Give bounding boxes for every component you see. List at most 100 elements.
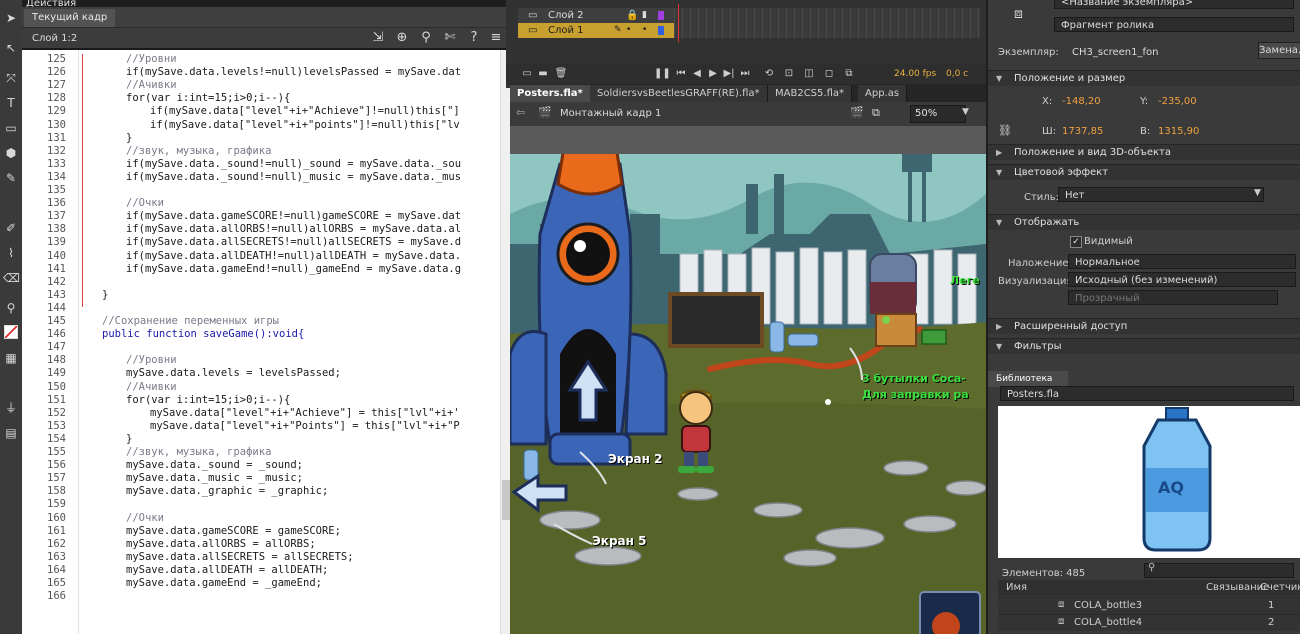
code-line: //Уровни (126, 354, 177, 367)
new-folder-icon[interactable]: ▬ (536, 66, 550, 82)
play-icon[interactable]: ▶ (706, 66, 720, 82)
new-layer-icon[interactable]: ▭ (520, 66, 534, 82)
library-file-select[interactable]: Posters.fla (1000, 386, 1294, 401)
height-value[interactable]: 1315,90 (1158, 126, 1199, 137)
subselection-tool-icon[interactable]: ↖ (3, 40, 19, 56)
find-icon[interactable]: ⚲ (418, 30, 434, 46)
zoom-tool-icon[interactable]: ⚲ (3, 300, 19, 316)
prev-frame-icon[interactable]: ◀ (690, 66, 704, 82)
tab-posters[interactable]: Posters.fla* (510, 85, 591, 102)
insert-target-icon[interactable]: ⇲ (370, 30, 386, 46)
zoom-select[interactable]: 50% (910, 105, 966, 123)
tab-soldiers[interactable]: SoldiersvsBeetlesGRAFF(RE).fla* (590, 85, 768, 102)
chevron-right-icon: ▶ (996, 322, 1003, 331)
edit-scene-icon[interactable]: 🎬 (850, 106, 864, 119)
stroke-color-icon[interactable] (3, 325, 19, 341)
column-count[interactable]: Счетчик (1260, 582, 1300, 593)
dot-icon[interactable]: • (626, 23, 631, 38)
free-transform-icon[interactable]: ⤧ (3, 70, 19, 86)
section-3d[interactable]: ▶ Положение и вид 3D-объекта (988, 144, 1300, 160)
tab-mab2cs5[interactable]: MAB2CS5.fla* (768, 85, 852, 102)
code-snippets-icon[interactable]: ✄ (442, 30, 458, 46)
dot-icon[interactable]: • (642, 23, 647, 38)
panel-menu-icon[interactable]: ≡ (488, 30, 504, 46)
chevron-down-icon[interactable]: ▼ (962, 107, 969, 117)
code-scrollbar-thumb[interactable] (502, 480, 510, 520)
library-item[interactable]: ⧈ COLA_bottle3 1 (998, 597, 1300, 614)
tab-app-as[interactable]: App.as (858, 85, 908, 102)
y-value[interactable]: -235,00 (1158, 96, 1197, 107)
onion-skin-icon[interactable]: ◫ (802, 66, 816, 82)
rectangle-tool-icon[interactable]: ▭ (3, 120, 19, 136)
edit-multiple-icon[interactable]: ⧉ (842, 66, 856, 82)
tab-library[interactable]: Библиотека (988, 371, 1068, 387)
brush-tool-icon[interactable]: ✐ (3, 220, 19, 236)
eraser-tool-icon[interactable]: ⌫ (3, 270, 20, 286)
properties-panel: <Название экземпляра> ⧈ Фрагмент ролика … (986, 0, 1300, 634)
target-icon[interactable]: ⊕ (394, 30, 410, 46)
render-select[interactable]: Исходный (без изменений) (1068, 272, 1296, 287)
snap-icon[interactable]: ⏚ (3, 400, 19, 416)
section-filters[interactable]: ▼ Фильтры (988, 338, 1300, 354)
options-icon[interactable]: ▤ (3, 425, 19, 441)
line-number: 148 (47, 354, 66, 367)
fill-color-icon[interactable]: ▦ (3, 350, 19, 366)
tab-current-frame[interactable]: Текущий кадр (24, 9, 116, 27)
stage-canvas[interactable]: Экран 2 Экран 5 3 бутылки Coca- Для запр… (510, 154, 986, 634)
transparency-select[interactable]: Прозрачный (1068, 290, 1278, 305)
layer-color-swatch[interactable] (658, 26, 664, 35)
text-tool-icon[interactable]: T (3, 95, 19, 111)
code-editor[interactable]: 125 //Уровни 126 if(mySave.data.levels!=nul… (22, 50, 500, 634)
loop-icon[interactable]: ⟲ (762, 66, 776, 82)
section-title: Расширенный доступ (1014, 321, 1128, 332)
stage-area[interactable]: Экран 2 Экран 5 3 бутылки Coca- Для запр… (510, 126, 986, 634)
center-frame-icon[interactable]: ⊡ (782, 66, 796, 82)
instance-name-field[interactable]: <Название экземпляра> (1054, 0, 1294, 9)
link-icon[interactable]: ⛓ (998, 124, 1012, 137)
symbol-type-select[interactable]: Фрагмент ролика (1054, 17, 1294, 32)
eyedropper-icon[interactable]: ⌇ (3, 245, 19, 261)
style-select[interactable]: Нет (1058, 187, 1264, 202)
blend-select[interactable]: Нормальное (1068, 254, 1296, 269)
next-frame-icon[interactable]: ▶| (722, 66, 736, 82)
layer-color-swatch[interactable] (658, 11, 664, 20)
delete-icon[interactable]: 🗑 (554, 66, 568, 82)
line-number: 132 (47, 144, 66, 157)
line-number: 139 (47, 236, 66, 249)
line-number: 166 (47, 590, 66, 603)
edit-symbol-icon[interactable]: ⧉ (872, 106, 880, 120)
playhead[interactable] (678, 4, 679, 42)
chevron-down-icon[interactable]: ▼ (1254, 188, 1261, 198)
help-icon[interactable]: ? (466, 30, 482, 46)
library-item[interactable]: ⧈ COLA_bottle4 2 (998, 614, 1300, 631)
section-title: Положение и размер (1014, 73, 1126, 84)
selection-tool-icon[interactable]: ➤ (3, 10, 19, 26)
polygon-tool-icon[interactable]: ⬢ (3, 145, 19, 161)
pause-icon[interactable]: ❚❚ (654, 66, 671, 82)
library-search-input[interactable] (1144, 563, 1294, 578)
outline-icon[interactable]: ▮ (642, 8, 647, 23)
section-color-effect[interactable]: ▼ Цветовой эффект (988, 164, 1300, 180)
onion-outline-icon[interactable]: ◻ (822, 66, 836, 82)
back-arrow-icon[interactable]: ⇦ (516, 106, 525, 119)
instance-value: CH3_screen1_fon (1072, 47, 1159, 58)
column-name[interactable]: Имя (1006, 582, 1027, 593)
width-value[interactable]: 1737,85 (1062, 126, 1103, 137)
frame-grid[interactable] (674, 8, 980, 38)
chevron-right-icon: ▶ (996, 148, 1003, 157)
movieclip-icon: ⧈ (1058, 616, 1065, 627)
frame-rate-readout: 24.00 fps (894, 69, 937, 79)
x-value[interactable]: -148,20 (1062, 96, 1101, 107)
visible-checkbox[interactable]: ✓ (1070, 236, 1082, 248)
code-line: mySave.data["level"+i+"Points"] = this["… (150, 419, 460, 432)
line-number: 158 (47, 485, 66, 498)
section-display[interactable]: ▼ Отображать (988, 214, 1300, 230)
section-position[interactable]: ▼ Положение и размер (988, 70, 1300, 86)
changed-lines-marker (82, 54, 83, 307)
swap-button[interactable]: Замена... (1258, 42, 1300, 59)
first-frame-icon[interactable]: ⏮ (674, 66, 688, 82)
lock-icon[interactable]: 🔒 (626, 8, 638, 23)
pencil-tool-icon[interactable]: ✎ (3, 170, 19, 186)
section-access[interactable]: ▶ Расширенный доступ (988, 318, 1300, 334)
last-frame-icon[interactable]: ⏭ (738, 66, 752, 82)
